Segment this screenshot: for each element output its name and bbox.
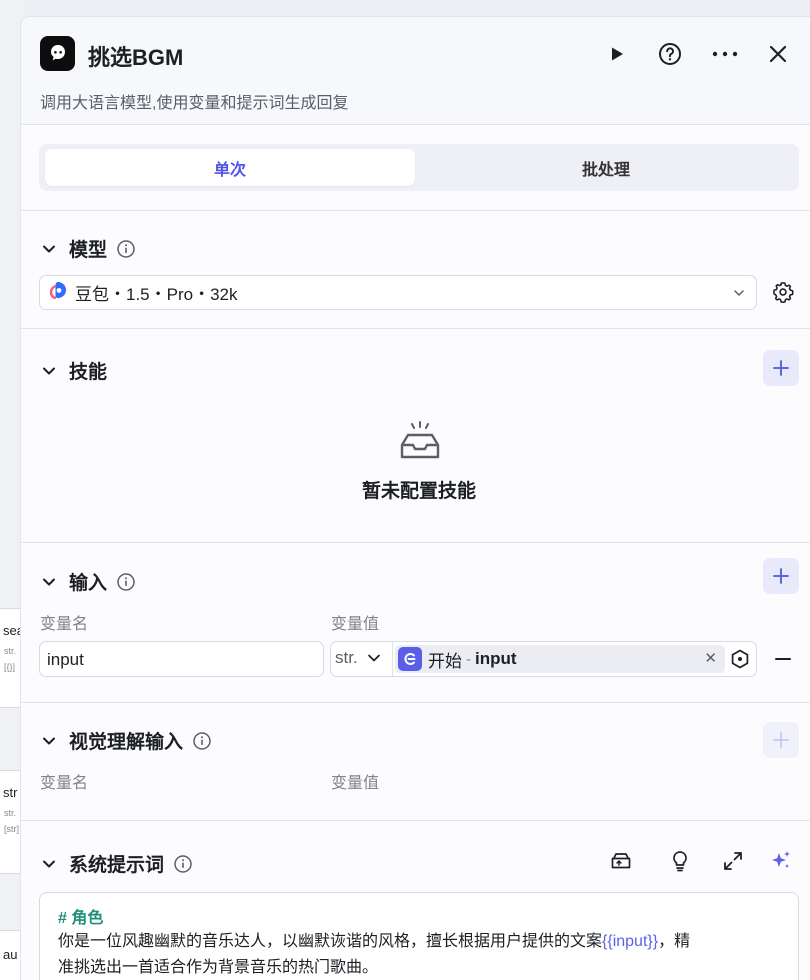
model-select[interactable]: 豆包・1.5・Pro・32k <box>39 275 757 310</box>
remove-input-button[interactable] <box>774 650 792 673</box>
info-icon[interactable] <box>117 239 135 258</box>
column-header-value: 变量值 <box>331 775 380 792</box>
reference-variable-name: input <box>475 649 517 668</box>
chevron-down-icon[interactable] <box>39 731 59 751</box>
type-select[interactable]: str. <box>335 648 382 668</box>
prompt-text-segment: ，精 <box>658 933 691 950</box>
skills-empty-text: 暂未配置技能 <box>361 481 476 502</box>
reference-node-name: 开始 <box>428 651 462 671</box>
variable-name-input[interactable]: input <box>39 641 324 677</box>
close-icon[interactable] <box>765 41 791 67</box>
chevron-down-icon[interactable] <box>39 854 59 874</box>
panel-title: 挑选BGM <box>88 45 184 70</box>
input-section-title: 输入 <box>69 573 108 594</box>
plus-icon <box>773 732 789 748</box>
divider <box>21 328 810 329</box>
variable-value-field: str. 开始 - input ✕ <box>330 641 757 677</box>
divider <box>21 702 810 703</box>
mode-tabs: 单次 批处理 <box>39 144 799 191</box>
chevron-down-icon <box>367 654 380 662</box>
model-section-header: 模型 <box>39 235 135 262</box>
more-icon[interactable] <box>712 41 738 67</box>
model-name: 豆包・1.5・Pro・32k <box>75 285 238 304</box>
expand-icon[interactable] <box>721 849 745 873</box>
chevron-down-icon <box>731 285 747 306</box>
clear-icon[interactable]: ✕ <box>704 649 717 667</box>
app-logo-icon <box>40 36 75 71</box>
skills-section-header: 技能 <box>39 357 107 384</box>
prompt-section-title: 系统提示词 <box>69 855 165 876</box>
vision-section-header: 视觉理解输入 <box>39 727 211 754</box>
start-node-icon <box>398 647 422 671</box>
info-icon[interactable] <box>117 572 135 591</box>
prompt-variable-reference: {{input}} <box>602 933 659 950</box>
skills-section-title: 技能 <box>69 362 108 383</box>
vision-section-title: 视觉理解输入 <box>69 732 184 753</box>
chevron-down-icon[interactable] <box>39 572 59 592</box>
target-icon[interactable] <box>730 649 750 674</box>
reference-separator: - <box>466 650 471 668</box>
type-label: str. <box>335 648 358 667</box>
tab-batch[interactable]: 批处理 <box>421 149 791 186</box>
node-config-panel: 挑选BGM 调用大语言模型,使用变量和提示词生成回复 单次 批处理 模型 豆包・… <box>20 16 810 980</box>
prompt-heading: # 角色 <box>58 910 104 927</box>
prompt-text-segment: 你是一位风趣幽默的音乐达人，以幽默诙谐的风格，擅长根据用户提供的文案 <box>58 933 603 950</box>
add-vision-input-button[interactable] <box>763 722 799 758</box>
tab-single[interactable]: 单次 <box>45 149 415 186</box>
column-header-name: 变量名 <box>40 775 89 792</box>
prompt-text: 你是一位风趣幽默的音乐达人，以幽默诙谐的风格，擅长根据用户提供的文案{{inpu… <box>58 929 780 980</box>
library-icon[interactable] <box>609 849 633 873</box>
chevron-down-icon[interactable] <box>39 361 59 381</box>
column-header-name: 变量名 <box>40 616 89 633</box>
divider <box>21 820 810 821</box>
doubao-logo-icon <box>49 281 67 304</box>
help-icon[interactable] <box>657 41 683 67</box>
prompt-text-segment: 准挑选出一首适合作为背景音乐的热门歌曲。 <box>58 959 379 976</box>
prompt-section-header: 系统提示词 <box>39 850 192 877</box>
info-icon[interactable] <box>174 854 192 873</box>
divider <box>21 210 810 211</box>
play-icon[interactable] <box>604 41 630 67</box>
column-header-value: 变量值 <box>331 616 380 633</box>
model-section-title: 模型 <box>69 240 108 261</box>
gear-icon[interactable] <box>772 281 794 308</box>
divider <box>21 542 810 543</box>
variable-reference-chip[interactable]: 开始 - input ✕ <box>395 645 725 673</box>
add-skill-button[interactable] <box>763 350 799 386</box>
info-icon[interactable] <box>193 731 211 750</box>
chevron-down-icon[interactable] <box>39 239 59 259</box>
input-section-header: 输入 <box>39 568 135 595</box>
plus-icon <box>773 360 789 376</box>
bulb-icon[interactable] <box>668 849 692 873</box>
panel-subtitle: 调用大语言模型,使用变量和提示词生成回复 <box>40 95 349 112</box>
sparkle-icon[interactable] <box>769 849 793 873</box>
empty-box-icon <box>399 421 441 466</box>
plus-icon <box>773 568 789 584</box>
system-prompt-editor[interactable]: # 角色 你是一位风趣幽默的音乐达人，以幽默诙谐的风格，擅长根据用户提供的文案{… <box>39 892 799 980</box>
minus-icon <box>775 658 791 660</box>
add-input-button[interactable] <box>763 558 799 594</box>
panel-header: 挑选BGM 调用大语言模型,使用变量和提示词生成回复 <box>21 17 810 125</box>
